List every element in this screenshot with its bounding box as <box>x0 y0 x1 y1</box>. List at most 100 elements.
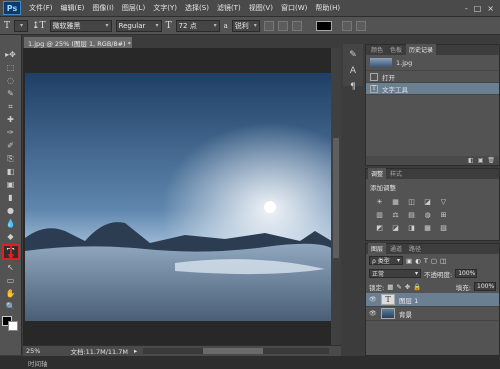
history-row-open[interactable]: 打开 <box>366 71 499 83</box>
background-color[interactable] <box>7 321 18 331</box>
minimize-button[interactable]: - <box>465 4 468 13</box>
menu-file[interactable]: 文件(F) <box>25 3 57 13</box>
visibility-eye-icon[interactable]: 👁 <box>369 310 377 317</box>
zoom-level[interactable]: 25% <box>26 347 40 355</box>
tab-swatches[interactable]: 色板 <box>387 44 405 55</box>
lock-transparent-icon[interactable]: ▦ <box>387 283 393 291</box>
healing-brush-tool-icon[interactable]: ✑ <box>3 127 19 138</box>
tab-channels[interactable]: 通道 <box>387 243 405 254</box>
text-orientation-icon[interactable]: ↨T <box>32 21 46 31</box>
filter-smart-icon[interactable]: ◫ <box>440 257 446 265</box>
levels-icon[interactable]: ▦ <box>390 197 401 207</box>
font-family-select[interactable]: 微软雅黑 ▾ <box>49 19 112 32</box>
vertical-scrollbar[interactable] <box>331 48 341 345</box>
text-color-swatch[interactable] <box>315 20 332 31</box>
anti-alias-select[interactable]: 锐利 ▾ <box>231 19 260 32</box>
brush-preset-icon[interactable]: ✎ <box>349 50 357 60</box>
lock-image-icon[interactable]: ✎ <box>396 283 401 291</box>
font-style-select[interactable]: Regular ▾ <box>115 19 162 32</box>
photo-filter-icon[interactable]: ◍ <box>422 210 433 220</box>
history-brush-tool-icon[interactable]: ◧ <box>3 166 19 177</box>
layer-filter-select[interactable]: ρ 类型 ▾ <box>369 256 403 265</box>
character-panel-button[interactable] <box>355 20 366 31</box>
selective-color-icon[interactable]: ▦ <box>422 223 433 233</box>
layer-item[interactable]: 👁 背景 <box>366 307 499 321</box>
quick-select-tool-icon[interactable]: ✎ <box>3 88 19 99</box>
gradient-map-icon[interactable]: ▧ <box>438 223 449 233</box>
brush-tool-icon[interactable]: ✐ <box>3 140 19 151</box>
eyedropper-tool-icon[interactable]: ✚ <box>3 114 19 125</box>
rectangle-tool-icon[interactable]: ▭ <box>3 275 19 286</box>
align-left-button[interactable] <box>263 20 274 31</box>
color-balance-icon[interactable]: ⚖ <box>390 210 401 220</box>
curves-icon[interactable]: ◫ <box>406 197 417 207</box>
menu-type[interactable]: 文字(Y) <box>149 3 181 13</box>
black-white-icon[interactable]: ▤ <box>406 210 417 220</box>
move-tool-icon[interactable]: ▸✥ <box>3 49 19 60</box>
maximize-button[interactable]: □ <box>474 4 482 13</box>
channel-mixer-icon[interactable]: ⊞ <box>438 210 449 220</box>
opacity-input[interactable]: 100% <box>455 269 478 278</box>
eraser-tool-icon[interactable]: ▣ <box>3 179 19 190</box>
menu-filter[interactable]: 滤镜(T) <box>213 3 245 13</box>
menu-select[interactable]: 选择(S) <box>181 3 213 13</box>
invert-icon[interactable]: ◩ <box>374 223 385 233</box>
crop-tool-icon[interactable]: ⌗ <box>3 101 19 112</box>
clone-stamp-tool-icon[interactable]: ⎘ <box>3 153 19 164</box>
blur-tool-icon[interactable]: ● <box>3 205 19 216</box>
tab-history[interactable]: 历史记录 <box>406 44 437 55</box>
layer-item[interactable]: 👁 T 图层 1 <box>366 293 499 307</box>
document-tab[interactable]: 1.jpg @ 25% (图层 1, RGB/8#) * × <box>24 37 132 48</box>
warp-text-button[interactable] <box>341 20 352 31</box>
timeline-tab[interactable]: 时间轴 <box>28 358 48 368</box>
hand-tool-icon[interactable]: ✋ <box>3 288 19 299</box>
lock-all-icon[interactable]: 🔒 <box>413 283 421 291</box>
tool-preset-dropdown[interactable]: ▾ <box>14 19 29 32</box>
horizontal-scrollbar[interactable] <box>143 348 329 354</box>
lasso-tool-icon[interactable]: ◌ <box>3 75 19 86</box>
color-swatches[interactable] <box>1 316 20 331</box>
tab-styles[interactable]: 样式 <box>387 168 405 179</box>
align-right-button[interactable] <box>291 20 302 31</box>
visibility-eye-icon[interactable]: 👁 <box>369 296 377 303</box>
zoom-tool-icon[interactable]: 🔍 <box>3 301 19 312</box>
tab-adjustments[interactable]: 调整 <box>368 168 387 179</box>
pen-tool-icon[interactable]: ◆ <box>3 231 19 242</box>
character-icon[interactable]: A <box>350 66 356 76</box>
blend-mode-select[interactable]: 正常 ▾ <box>369 269 421 278</box>
paragraph-icon[interactable]: ¶ <box>350 82 356 92</box>
type-tool-preset-icon[interactable]: T <box>4 21 10 31</box>
status-menu-arrow-icon[interactable]: ▸ <box>134 347 137 355</box>
menu-layer[interactable]: 图层(L) <box>118 3 149 13</box>
tab-color[interactable]: 颜色 <box>368 44 386 55</box>
menu-image[interactable]: 图像(I) <box>88 3 118 13</box>
filter-shape-icon[interactable]: ▢ <box>431 257 437 265</box>
horizontal-scroll-thumb[interactable] <box>203 348 264 354</box>
exposure-icon[interactable]: ◪ <box>422 197 433 207</box>
brightness-icon[interactable]: ☀ <box>374 197 385 207</box>
close-window-button[interactable]: × <box>487 4 494 13</box>
fill-input[interactable]: 100% <box>474 282 496 291</box>
menu-view[interactable]: 窗口(W) <box>277 3 311 13</box>
gradient-tool-icon[interactable]: ▮ <box>3 192 19 203</box>
menu-edit[interactable]: 编辑(E) <box>57 3 89 13</box>
new-document-icon[interactable]: ◧ <box>468 157 474 164</box>
menu-3d[interactable]: 视图(V) <box>245 3 277 13</box>
trash-icon[interactable]: 🗑 <box>487 157 495 164</box>
canvas-area[interactable] <box>23 48 341 345</box>
path-select-tool-icon[interactable]: ↖ <box>3 262 19 273</box>
hue-saturation-icon[interactable]: ▥ <box>374 210 385 220</box>
lock-position-icon[interactable]: ✥ <box>405 283 410 291</box>
tab-layers[interactable]: 图层 <box>368 243 387 254</box>
font-size-select[interactable]: 72 点 ▾ <box>175 19 220 32</box>
new-snapshot-icon[interactable]: ▣ <box>478 157 484 164</box>
history-snapshot[interactable]: 1.jpg <box>366 55 499 71</box>
filter-type-icon[interactable]: T <box>424 257 428 265</box>
vibrance-icon[interactable]: ▽ <box>438 197 449 207</box>
vertical-scroll-thumb[interactable] <box>333 138 339 258</box>
threshold-icon[interactable]: ◨ <box>406 223 417 233</box>
posterize-icon[interactable]: ◪ <box>390 223 401 233</box>
marquee-tool-icon[interactable]: ⬚ <box>3 62 19 73</box>
filter-pixel-icon[interactable]: ▣ <box>406 257 412 265</box>
tab-paths[interactable]: 路径 <box>406 243 424 254</box>
